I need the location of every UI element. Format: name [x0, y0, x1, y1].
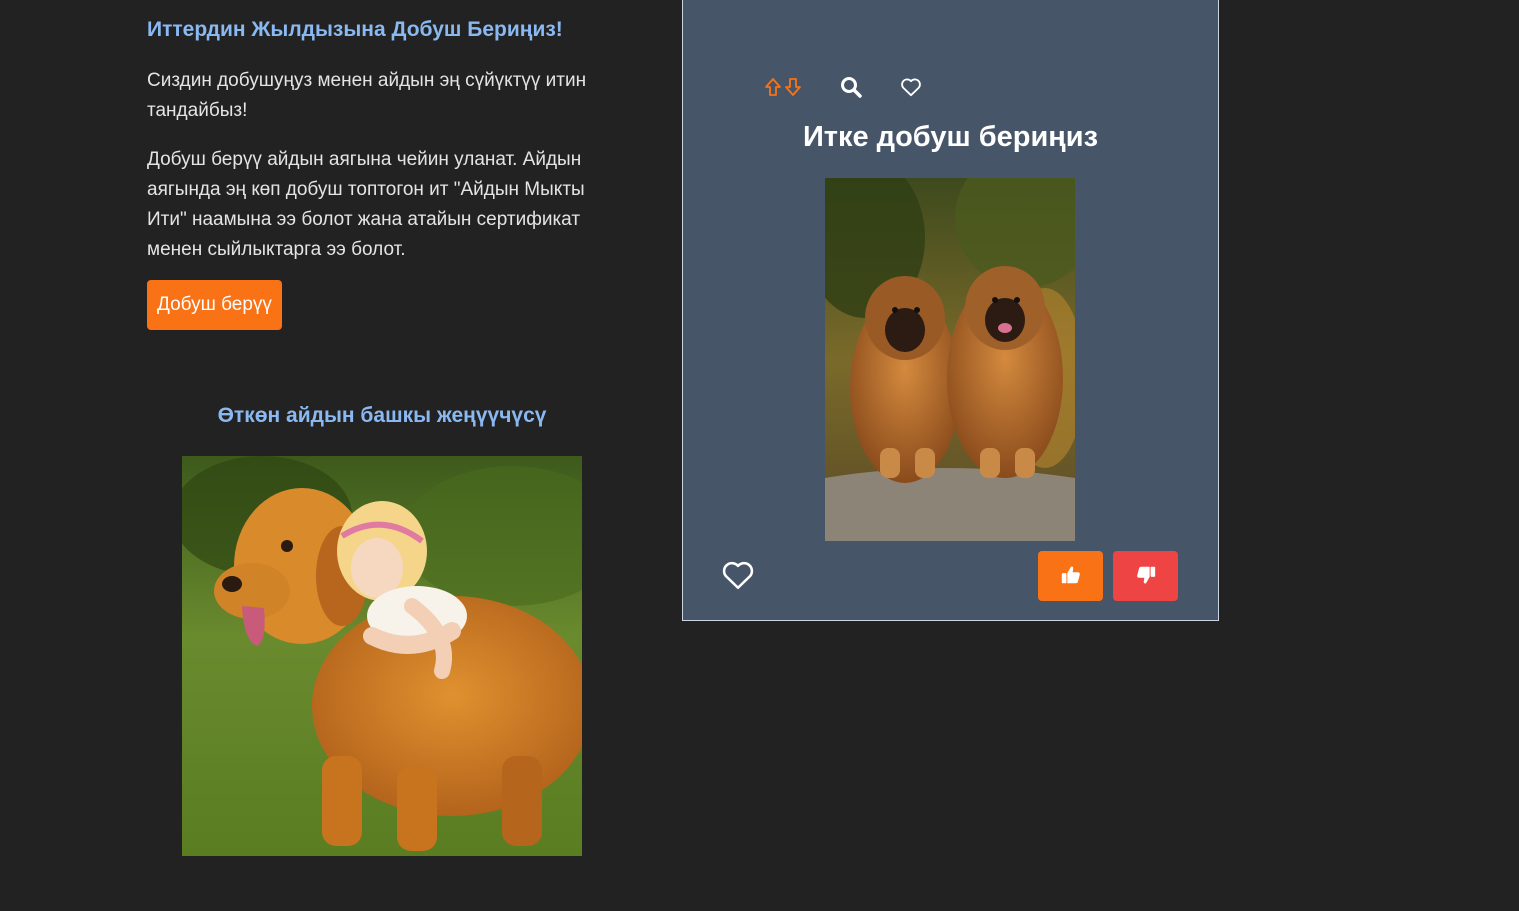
like-button[interactable] [1038, 551, 1103, 601]
vote-card: Итке добуш бериңиз [682, 0, 1219, 621]
arrows-up-down-icon[interactable] [763, 75, 803, 99]
intro-paragraph-1: Сиздин добушуңуз менен айдын эң сүйүктүү… [147, 70, 587, 121]
card-title: Итке добуш бериңиз [802, 121, 1099, 153]
favorite-heart-icon[interactable] [721, 559, 755, 591]
dislike-button[interactable] [1113, 551, 1178, 601]
vote-button[interactable]: Добуш берүү [147, 280, 282, 330]
search-icon[interactable] [839, 75, 863, 99]
intro-title: Иттердин Жылдызына Добуш Бериңиз! [147, 18, 563, 41]
card-toolbar [763, 75, 923, 99]
winner-dog-image [182, 456, 582, 856]
winner-title: Өткөн айдын башкы жеңүүчүсү [217, 404, 547, 427]
thumbs-down-icon [1135, 564, 1157, 589]
intro-paragraph-2: Добуш берүү айдын аягына чейин уланат. А… [147, 149, 585, 260]
candidate-dog-image [825, 178, 1075, 541]
thumbs-up-icon [1060, 564, 1082, 589]
page: Иттердин Жылдызына Добуш Бериңиз! Сиздин… [0, 0, 1519, 911]
intro-section: Иттердин Жылдызына Добуш Бериңиз! Сиздин… [147, 14, 617, 330]
heart-outline-icon[interactable] [899, 75, 923, 99]
